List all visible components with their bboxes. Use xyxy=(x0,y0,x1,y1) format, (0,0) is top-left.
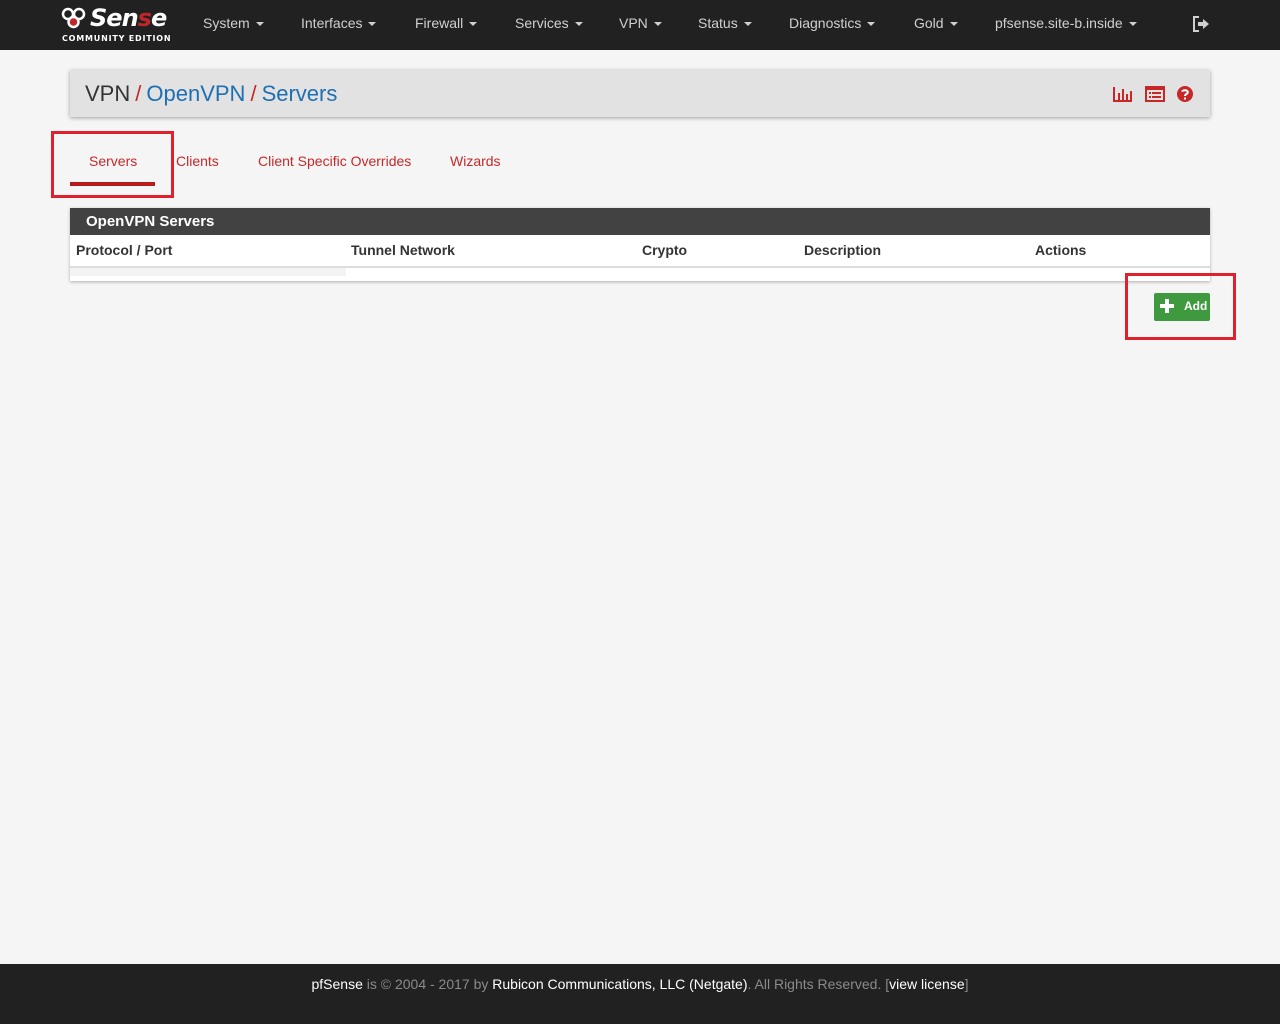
nav-firewall[interactable]: Firewall xyxy=(415,0,478,50)
footer: pfSense is © 2004 - 2017 by Rubicon Comm… xyxy=(0,964,1280,1024)
column-header-crypto: Crypto xyxy=(642,242,688,258)
nav-interfaces[interactable]: Interfaces xyxy=(301,0,377,50)
breadcrumb-panel: VPN / OpenVPN / Servers xyxy=(70,70,1210,117)
nav-system[interactable]: System xyxy=(203,0,264,50)
caret-down-icon xyxy=(743,22,752,27)
tab-wizards[interactable]: Wizards xyxy=(450,153,501,169)
column-header-actions: Actions xyxy=(1035,242,1087,258)
logout-icon[interactable] xyxy=(1192,15,1210,33)
breadcrumb-separator: / xyxy=(135,81,142,106)
help-icon[interactable] xyxy=(1176,85,1196,103)
breadcrumb: VPN / OpenVPN / Servers xyxy=(85,81,337,107)
footer-company: Rubicon Communications, LLC (Netgate) xyxy=(492,976,748,992)
highlight-add-button xyxy=(1125,273,1236,340)
breadcrumb-actions xyxy=(1106,85,1196,103)
openvpn-servers-panel: OpenVPN Servers Protocol / Port Tunnel N… xyxy=(70,208,1210,281)
panel-title: OpenVPN Servers xyxy=(70,208,1210,235)
logo-edition: COMMUNITY EDITION xyxy=(62,34,172,43)
breadcrumb-separator: / xyxy=(250,81,257,106)
table-empty-row xyxy=(70,268,346,276)
view-license-link[interactable]: view license xyxy=(889,976,964,992)
top-navbar: Sense COMMUNITY EDITION System Interface… xyxy=(0,0,1280,50)
list-icon[interactable] xyxy=(1144,85,1165,103)
caret-down-icon xyxy=(867,22,876,27)
nav-vpn[interactable]: VPN xyxy=(619,0,662,50)
nav-gold[interactable]: Gold xyxy=(914,0,958,50)
column-header-tunnel-network: Tunnel Network xyxy=(351,242,455,258)
caret-down-icon xyxy=(368,22,377,27)
footer-copyright: pfSense is © 2004 - 2017 by Rubicon Comm… xyxy=(311,976,969,992)
nav-hostname[interactable]: pfsense.site-b.inside xyxy=(995,0,1137,50)
breadcrumb-vpn: VPN xyxy=(85,81,131,106)
bar-chart-icon[interactable] xyxy=(1113,85,1133,103)
pfsense-logo[interactable]: Sense COMMUNITY EDITION xyxy=(60,4,172,45)
tab-clients[interactable]: Clients xyxy=(176,153,219,169)
nav-status[interactable]: Status xyxy=(698,0,752,50)
footer-product: pfSense xyxy=(311,976,363,992)
breadcrumb-servers-link[interactable]: Servers xyxy=(262,81,338,106)
caret-down-icon xyxy=(949,22,958,27)
logo-wordmark: Sense xyxy=(90,4,167,32)
column-header-description: Description xyxy=(804,242,882,258)
breadcrumb-openvpn-link[interactable]: OpenVPN xyxy=(146,81,245,106)
highlight-servers-tab xyxy=(51,131,174,198)
logo-circles-icon xyxy=(61,7,86,29)
caret-down-icon xyxy=(469,22,478,27)
caret-down-icon xyxy=(255,22,264,27)
column-header-protocol-port: Protocol / Port xyxy=(76,242,173,258)
caret-down-icon xyxy=(653,22,662,27)
caret-down-icon xyxy=(574,22,583,27)
nav-services[interactable]: Services xyxy=(515,0,583,50)
nav-diagnostics[interactable]: Diagnostics xyxy=(789,0,876,50)
caret-down-icon xyxy=(1128,22,1137,27)
tab-client-specific-overrides[interactable]: Client Specific Overrides xyxy=(258,153,411,169)
